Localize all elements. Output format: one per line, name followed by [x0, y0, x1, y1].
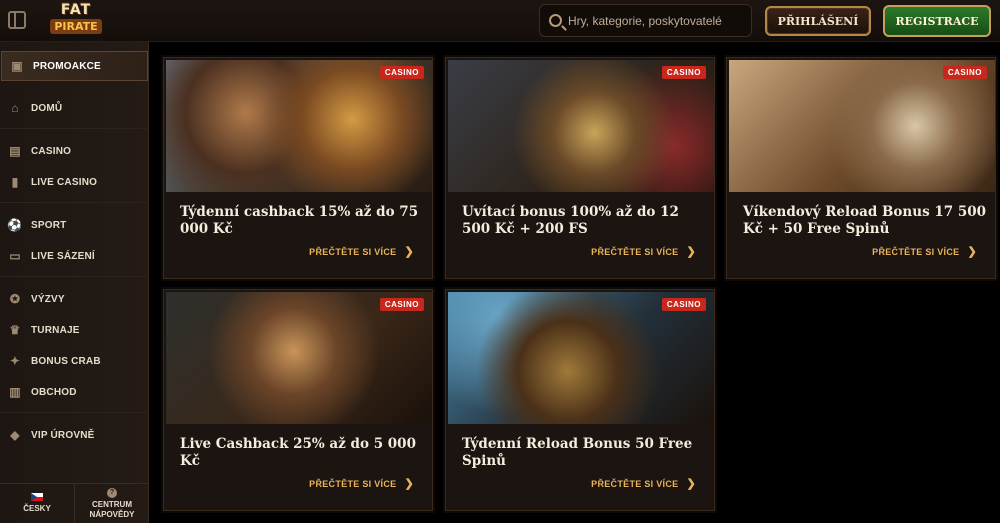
read-more-link[interactable]: PŘEČTĚTE SI VÍCE ❯	[591, 245, 696, 258]
divider	[0, 276, 149, 277]
promo-title: Víkendový Reload Bonus 17 500 Kč + 50 Fr…	[743, 204, 987, 237]
category-badge: CASINO	[661, 66, 706, 79]
sidebar-item-label: PROMOAKCE	[33, 60, 101, 72]
sidebar-item-label: BONUS CRAB	[31, 355, 101, 367]
medal-icon: ✪	[9, 292, 21, 306]
sidebar-item-label: LIVE CASINO	[31, 176, 98, 188]
sidebar-item-bonus-crab[interactable]: ✦ BONUS CRAB	[0, 346, 149, 376]
crab-icon: ✦	[9, 354, 21, 368]
read-more-link[interactable]: PŘEČTĚTE SI VÍCE ❯	[872, 245, 977, 258]
language-label: ČESKY	[23, 504, 51, 514]
promo-card[interactable]: CASINO Live Cashback 25% až do 5 000 Kč …	[163, 289, 433, 511]
category-badge: CASINO	[379, 66, 424, 79]
logo-text-top: FAT	[60, 2, 92, 18]
soccer-ball-icon: ⚽	[7, 218, 23, 232]
sidebar-item-vyzvy[interactable]: ✪ VÝZVY	[0, 284, 149, 314]
sidebar-item-domu[interactable]: ⌂ DOMŮ	[0, 93, 149, 123]
read-more-link[interactable]: PŘEČTĚTE SI VÍCE ❯	[591, 477, 696, 490]
sidebar: ▣ PROMOAKCE ⌂ DOMŮ ▤ CASINO ▮ LIVE CASIN…	[0, 42, 149, 523]
promo-image	[448, 292, 714, 424]
sidebar-item-label: OBCHOD	[31, 386, 77, 398]
sidebar-item-label: VIP ÚROVNĚ	[31, 429, 95, 441]
promo-card[interactable]: CASINO Týdenní cashback 15% až do 75 000…	[163, 57, 433, 279]
help-center-link[interactable]: ? CENTRUM NÁPOVĚDY	[74, 484, 149, 523]
sidebar-item-label: LIVE SÁZENÍ	[31, 250, 95, 262]
promo-title: Uvítací bonus 100% až do 12 500 Kč + 200…	[462, 204, 679, 237]
sidebar-item-live-sazeni[interactable]: ▭ LIVE SÁZENÍ	[0, 241, 149, 271]
shopping-basket-icon: ▥	[9, 385, 21, 399]
search-icon	[549, 14, 562, 27]
logo-text-bottom: PIRATE	[50, 19, 102, 34]
promo-image	[448, 60, 714, 192]
live-tv-icon: ▭	[9, 249, 21, 263]
category-badge: CASINO	[942, 66, 987, 79]
promo-image	[729, 60, 995, 192]
read-more-label: PŘEČTĚTE SI VÍCE	[591, 246, 679, 257]
sidebar-item-label: CASINO	[31, 145, 72, 157]
divider	[0, 202, 149, 203]
divider	[0, 128, 149, 129]
czech-flag-icon	[31, 493, 43, 502]
read-more-link[interactable]: PŘEČTĚTE SI VÍCE ❯	[309, 245, 414, 258]
read-more-link[interactable]: PŘEČTĚTE SI VÍCE ❯	[309, 477, 414, 490]
search-input[interactable]	[568, 5, 748, 36]
trophy-icon: ♛	[9, 323, 21, 337]
chevron-right-icon: ❯	[404, 246, 414, 258]
help-icon: ?	[107, 488, 117, 499]
sidebar-item-label: TURNAJE	[31, 324, 80, 336]
sidebar-item-vip-urovne[interactable]: ◆ VIP ÚROVNĚ	[0, 420, 149, 450]
site-logo[interactable]: FAT PIRATE	[50, 3, 102, 37]
sidebar-item-label: DOMŮ	[31, 102, 63, 114]
sidebar-item-turnaje[interactable]: ♛ TURNAJE	[0, 315, 149, 345]
read-more-label: PŘEČTĚTE SI VÍCE	[309, 478, 397, 489]
category-badge: CASINO	[661, 298, 706, 311]
promo-card[interactable]: CASINO Víkendový Reload Bonus 17 500 Kč …	[726, 57, 996, 279]
sidebar-item-live-casino[interactable]: ▮ LIVE CASINO	[0, 167, 149, 197]
top-header: FAT PIRATE PŘIHLÁŠENÍ REGISTRACE	[0, 0, 1000, 42]
read-more-label: PŘEČTĚTE SI VÍCE	[309, 246, 397, 257]
sidebar-toggle-icon[interactable]	[8, 11, 26, 29]
sidebar-item-promoakce[interactable]: ▣ PROMOAKCE	[1, 51, 148, 81]
sidebar-footer: ČESKY ? CENTRUM NÁPOVĚDY	[0, 483, 149, 523]
chevron-right-icon: ❯	[686, 246, 696, 258]
chevron-right-icon: ❯	[967, 246, 977, 258]
sidebar-item-obchod[interactable]: ▥ OBCHOD	[0, 377, 149, 407]
read-more-label: PŘEČTĚTE SI VÍCE	[872, 246, 960, 257]
diamond-icon: ◆	[10, 428, 20, 442]
sidebar-item-sport[interactable]: ⚽ SPORT	[0, 210, 149, 240]
read-more-label: PŘEČTĚTE SI VÍCE	[591, 478, 679, 489]
chevron-right-icon: ❯	[686, 478, 696, 490]
category-badge: CASINO	[379, 298, 424, 311]
promo-card[interactable]: CASINO Týdenní Reload Bonus 50 Free Spin…	[445, 289, 715, 511]
sidebar-item-casino[interactable]: ▤ CASINO	[0, 136, 149, 166]
sidebar-item-label: VÝZVY	[31, 293, 65, 305]
search-box[interactable]	[539, 4, 752, 37]
sidebar-item-label: SPORT	[31, 219, 67, 231]
promo-title: Týdenní Reload Bonus 50 Free Spinů	[462, 436, 693, 469]
register-button[interactable]: REGISTRACE	[883, 5, 991, 37]
promo-image	[166, 60, 432, 192]
promo-title: Live Cashback 25% až do 5 000 Kč	[180, 436, 416, 469]
promo-card[interactable]: CASINO Uvítací bonus 100% až do 12 500 K…	[445, 57, 715, 279]
language-selector[interactable]: ČESKY	[0, 484, 74, 523]
home-icon: ⌂	[11, 101, 19, 115]
promo-title: Týdenní cashback 15% až do 75 000 Kč	[180, 204, 419, 237]
chevron-right-icon: ❯	[404, 478, 414, 490]
slot-machine-icon: ▤	[9, 144, 21, 158]
help-label-line2: NÁPOVĚDY	[89, 509, 135, 519]
help-label-line1: CENTRUM	[92, 500, 132, 510]
login-button[interactable]: PŘIHLÁŠENÍ	[765, 6, 871, 36]
playing-card-icon: ▮	[11, 175, 19, 189]
promo-image	[166, 292, 432, 424]
gift-card-icon: ▣	[11, 59, 23, 73]
divider	[0, 412, 149, 413]
